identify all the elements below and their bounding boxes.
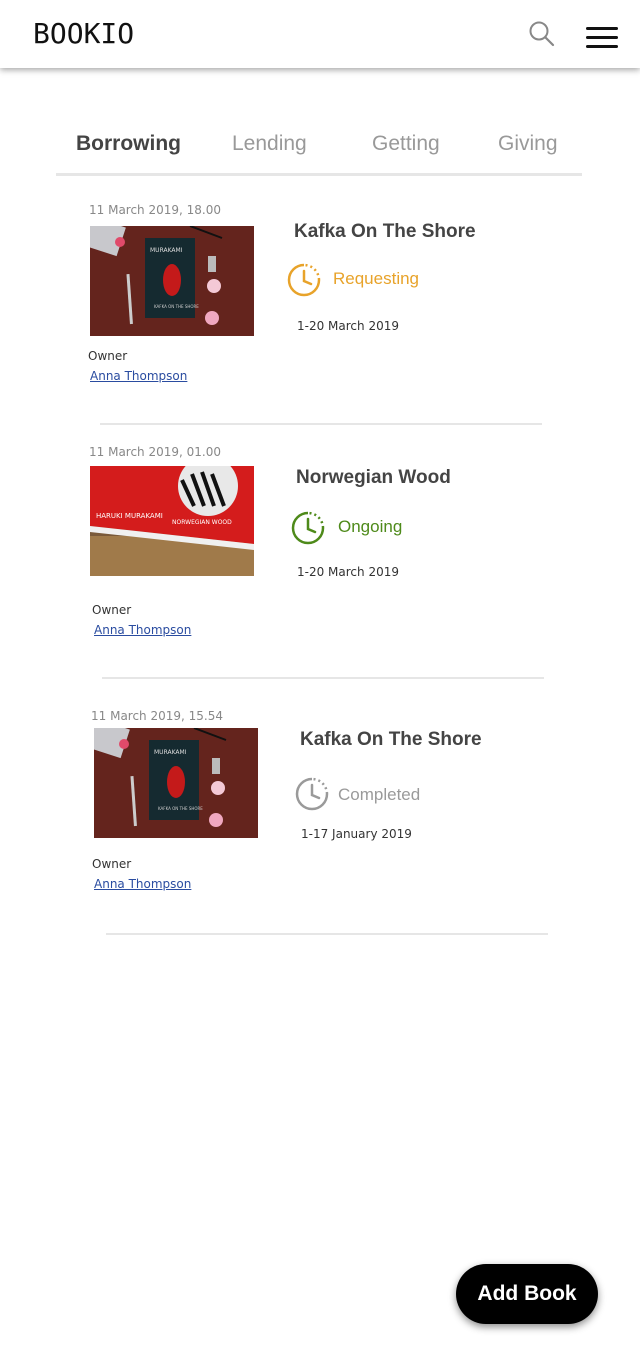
divider [106, 933, 548, 935]
svg-text:MURAKAMI: MURAKAMI [154, 749, 187, 756]
divider [100, 423, 542, 425]
svg-text:HARUKI MURAKAMI: HARUKI MURAKAMI [96, 512, 163, 520]
search-icon[interactable] [526, 18, 558, 50]
app-logo[interactable]: BOOKIO [33, 17, 134, 50]
add-book-button[interactable]: Add Book [456, 1264, 598, 1324]
item-timestamp: 11 March 2019, 15.54 [91, 709, 223, 723]
svg-text:KAFKA ON THE SHORE: KAFKA ON THE SHORE [158, 806, 203, 811]
divider [102, 677, 544, 679]
tab-bar: Borrowing Lending Getting Giving [56, 126, 582, 176]
tab-giving[interactable]: Giving [498, 132, 558, 156]
tab-lending[interactable]: Lending [232, 132, 307, 156]
item-timestamp: 11 March 2019, 18.00 [89, 203, 221, 217]
clock-status-icon [295, 777, 329, 811]
borrow-dates: 1-20 March 2019 [297, 319, 399, 333]
book-title[interactable]: Kafka On The Shore [300, 729, 482, 751]
kafka-cover-image[interactable]: MURAKAMI KAFKA ON THE SHORE [90, 226, 254, 336]
owner-link[interactable]: Anna Thompson [90, 369, 187, 383]
owner-link[interactable]: Anna Thompson [94, 877, 191, 891]
owner-label: Owner [88, 349, 128, 363]
clock-status-icon [291, 511, 325, 545]
book-title[interactable]: Norwegian Wood [296, 467, 451, 489]
hamburger-menu-icon[interactable] [584, 24, 620, 50]
tab-borrowing[interactable]: Borrowing [76, 132, 181, 156]
status-label: Requesting [333, 269, 420, 288]
borrow-dates: 1-17 January 2019 [301, 827, 412, 841]
kafka-cover-image[interactable]: MURAKAMI KAFKA ON THE SHORE [94, 728, 258, 838]
svg-text:MURAKAMI: MURAKAMI [150, 247, 183, 254]
clock-status-icon [287, 263, 321, 297]
status-label: Ongoing [338, 517, 403, 536]
borrow-dates: 1-20 March 2019 [297, 565, 399, 579]
owner-link[interactable]: Anna Thompson [94, 623, 191, 637]
svg-text:KAFKA ON THE SHORE: KAFKA ON THE SHORE [154, 304, 199, 309]
status-label: Completed [338, 785, 421, 804]
owner-label: Owner [92, 603, 132, 617]
item-timestamp: 11 March 2019, 01.00 [89, 445, 221, 459]
app-header: BOOKIO [0, 0, 640, 68]
tab-getting[interactable]: Getting [372, 132, 440, 156]
owner-label: Owner [92, 857, 132, 871]
norwegian-wood-cover-image[interactable]: HARUKI MURAKAMI NORWEGIAN WOOD [90, 466, 254, 576]
svg-text:NORWEGIAN WOOD: NORWEGIAN WOOD [172, 519, 232, 526]
book-title[interactable]: Kafka On The Shore [294, 221, 476, 243]
